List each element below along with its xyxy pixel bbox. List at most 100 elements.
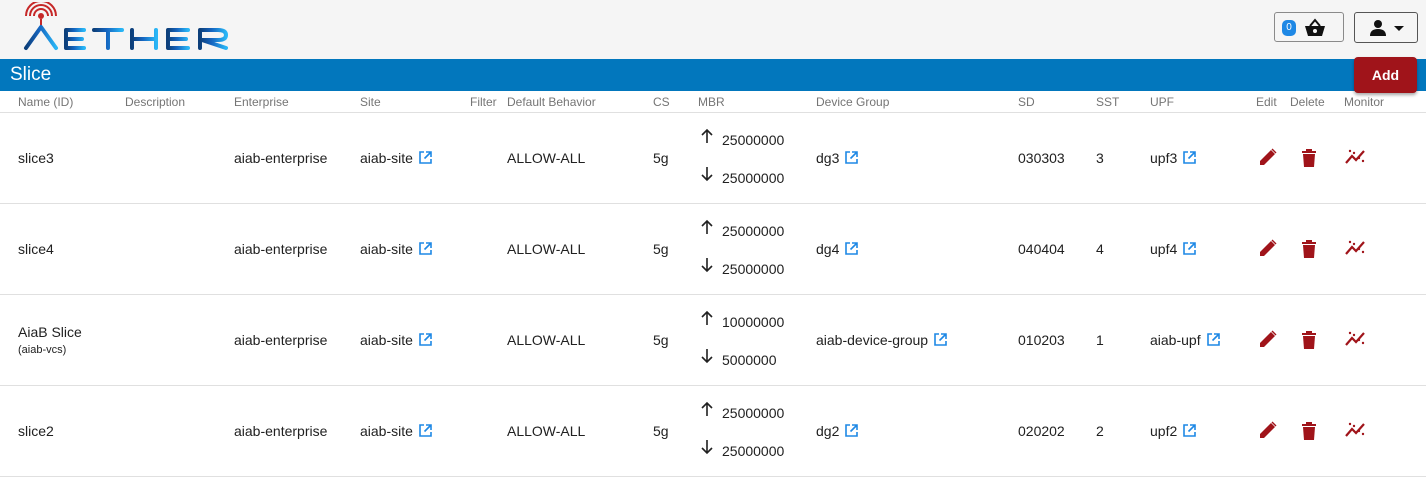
open-in-new-icon[interactable] bbox=[418, 423, 433, 438]
slice-name: slice3 bbox=[18, 150, 54, 166]
sd-cell: 010203 bbox=[1018, 332, 1065, 348]
edit-icon[interactable] bbox=[1257, 419, 1279, 441]
arrow-down-icon bbox=[701, 167, 713, 182]
site-link[interactable]: aiab-site bbox=[360, 241, 413, 257]
arrow-up-icon bbox=[701, 128, 713, 143]
open-in-new-icon[interactable] bbox=[844, 423, 859, 438]
user-menu-button[interactable] bbox=[1354, 12, 1418, 43]
open-in-new-icon[interactable] bbox=[418, 332, 433, 347]
sd-cell: 040404 bbox=[1018, 241, 1065, 257]
site-link[interactable]: aiab-site bbox=[360, 332, 413, 348]
upf-link[interactable]: aiab-upf bbox=[1150, 332, 1201, 348]
column-header-sst[interactable]: SST bbox=[1096, 95, 1119, 109]
upf-cell: upf2 bbox=[1150, 423, 1197, 439]
column-header-name[interactable]: Name (ID) bbox=[18, 95, 73, 109]
page-title-bar: Slice bbox=[0, 59, 1426, 91]
site-link[interactable]: aiab-site bbox=[360, 150, 413, 166]
upf-link[interactable]: upf4 bbox=[1150, 241, 1177, 257]
user-icon bbox=[1370, 20, 1386, 36]
column-header-cs[interactable]: CS bbox=[653, 95, 670, 109]
column-header-filter[interactable]: Filter bbox=[470, 95, 497, 109]
delete-icon[interactable] bbox=[1298, 420, 1320, 442]
site-cell: aiab-site bbox=[360, 150, 433, 166]
default-behavior-cell: ALLOW-ALL bbox=[507, 150, 586, 166]
edit-icon[interactable] bbox=[1257, 146, 1279, 168]
open-in-new-icon[interactable] bbox=[418, 241, 433, 256]
device-group-link[interactable]: dg3 bbox=[816, 150, 839, 166]
column-header-enterprise[interactable]: Enterprise bbox=[234, 95, 289, 109]
site-cell: aiab-site bbox=[360, 332, 433, 348]
enterprise-cell: aiab-enterprise bbox=[234, 332, 328, 348]
upf-cell: upf3 bbox=[1150, 150, 1197, 166]
sst-cell: 1 bbox=[1096, 332, 1104, 348]
edit-icon[interactable] bbox=[1257, 328, 1279, 350]
column-header-edit: Edit bbox=[1256, 95, 1277, 109]
basket-icon bbox=[1305, 18, 1325, 36]
arrow-down-icon bbox=[701, 440, 713, 455]
delete-icon[interactable] bbox=[1298, 329, 1320, 351]
arrow-up-icon bbox=[701, 219, 713, 234]
upf-link[interactable]: upf2 bbox=[1150, 423, 1177, 439]
enterprise-cell: aiab-enterprise bbox=[234, 423, 328, 439]
add-button[interactable]: Add bbox=[1354, 57, 1417, 93]
table-header: Name (ID) Description Enterprise Site Fi… bbox=[0, 91, 1426, 113]
device-group-link[interactable]: aiab-device-group bbox=[816, 332, 928, 348]
aether-logo[interactable] bbox=[22, 2, 292, 54]
enterprise-cell: aiab-enterprise bbox=[234, 241, 328, 257]
edit-icon[interactable] bbox=[1257, 237, 1279, 259]
monitor-icon[interactable] bbox=[1344, 328, 1366, 350]
device-group-link[interactable]: dg2 bbox=[816, 423, 839, 439]
site-link[interactable]: aiab-site bbox=[360, 423, 413, 439]
open-in-new-icon[interactable] bbox=[1206, 332, 1221, 347]
column-header-monitor: Monitor bbox=[1344, 95, 1385, 109]
aether-logo-image bbox=[24, 2, 228, 50]
open-in-new-icon[interactable] bbox=[1182, 241, 1197, 256]
slice-name: AiaB Slice bbox=[18, 324, 82, 340]
device-group-cell: dg2 bbox=[816, 423, 859, 439]
sd-cell: 030303 bbox=[1018, 150, 1065, 166]
monitor-icon[interactable] bbox=[1344, 237, 1366, 259]
open-in-new-icon[interactable] bbox=[933, 332, 948, 347]
monitor-icon[interactable] bbox=[1344, 419, 1366, 441]
device-group-link[interactable]: dg4 bbox=[816, 241, 839, 257]
default-behavior-cell: ALLOW-ALL bbox=[507, 332, 586, 348]
basket-count-badge: 0 bbox=[1282, 20, 1296, 36]
cs-cell: 5g bbox=[653, 332, 669, 348]
arrow-up-icon bbox=[701, 401, 713, 416]
column-header-default-behavior[interactable]: Default Behavior bbox=[507, 95, 596, 109]
mbr-downlink: 25000000 bbox=[722, 261, 785, 277]
column-header-sd[interactable]: SD bbox=[1018, 95, 1035, 109]
table-row: slice4 aiab-enterprise aiab-site ALLOW-A… bbox=[0, 204, 1426, 295]
column-header-mbr[interactable]: MBR bbox=[698, 95, 725, 109]
cs-cell: 5g bbox=[653, 423, 669, 439]
column-header-delete: Delete bbox=[1290, 95, 1325, 109]
top-header: 0 bbox=[0, 0, 1426, 59]
open-in-new-icon[interactable] bbox=[844, 241, 859, 256]
sd-cell: 020202 bbox=[1018, 423, 1065, 439]
device-group-cell: dg3 bbox=[816, 150, 859, 166]
chevron-down-icon bbox=[1394, 26, 1404, 31]
table-row: slice3 aiab-enterprise aiab-site ALLOW-A… bbox=[0, 113, 1426, 204]
open-in-new-icon[interactable] bbox=[1182, 150, 1197, 165]
delete-icon[interactable] bbox=[1298, 238, 1320, 260]
sst-cell: 2 bbox=[1096, 423, 1104, 439]
page-title: Slice bbox=[10, 64, 52, 85]
arrow-up-icon bbox=[701, 310, 713, 325]
column-header-device-group[interactable]: Device Group bbox=[816, 95, 889, 109]
upf-link[interactable]: upf3 bbox=[1150, 150, 1177, 166]
column-header-site[interactable]: Site bbox=[360, 95, 381, 109]
upf-cell: aiab-upf bbox=[1150, 332, 1221, 348]
column-header-description[interactable]: Description bbox=[125, 95, 185, 109]
mbr-downlink: 25000000 bbox=[722, 443, 785, 459]
sst-cell: 3 bbox=[1096, 150, 1104, 166]
column-header-upf[interactable]: UPF bbox=[1150, 95, 1174, 109]
open-in-new-icon[interactable] bbox=[844, 150, 859, 165]
slice-name: slice2 bbox=[18, 423, 54, 439]
open-in-new-icon[interactable] bbox=[1182, 423, 1197, 438]
basket-button[interactable]: 0 bbox=[1274, 12, 1344, 42]
monitor-icon[interactable] bbox=[1344, 146, 1366, 168]
device-group-cell: dg4 bbox=[816, 241, 859, 257]
enterprise-cell: aiab-enterprise bbox=[234, 150, 328, 166]
open-in-new-icon[interactable] bbox=[418, 150, 433, 165]
delete-icon[interactable] bbox=[1298, 147, 1320, 169]
